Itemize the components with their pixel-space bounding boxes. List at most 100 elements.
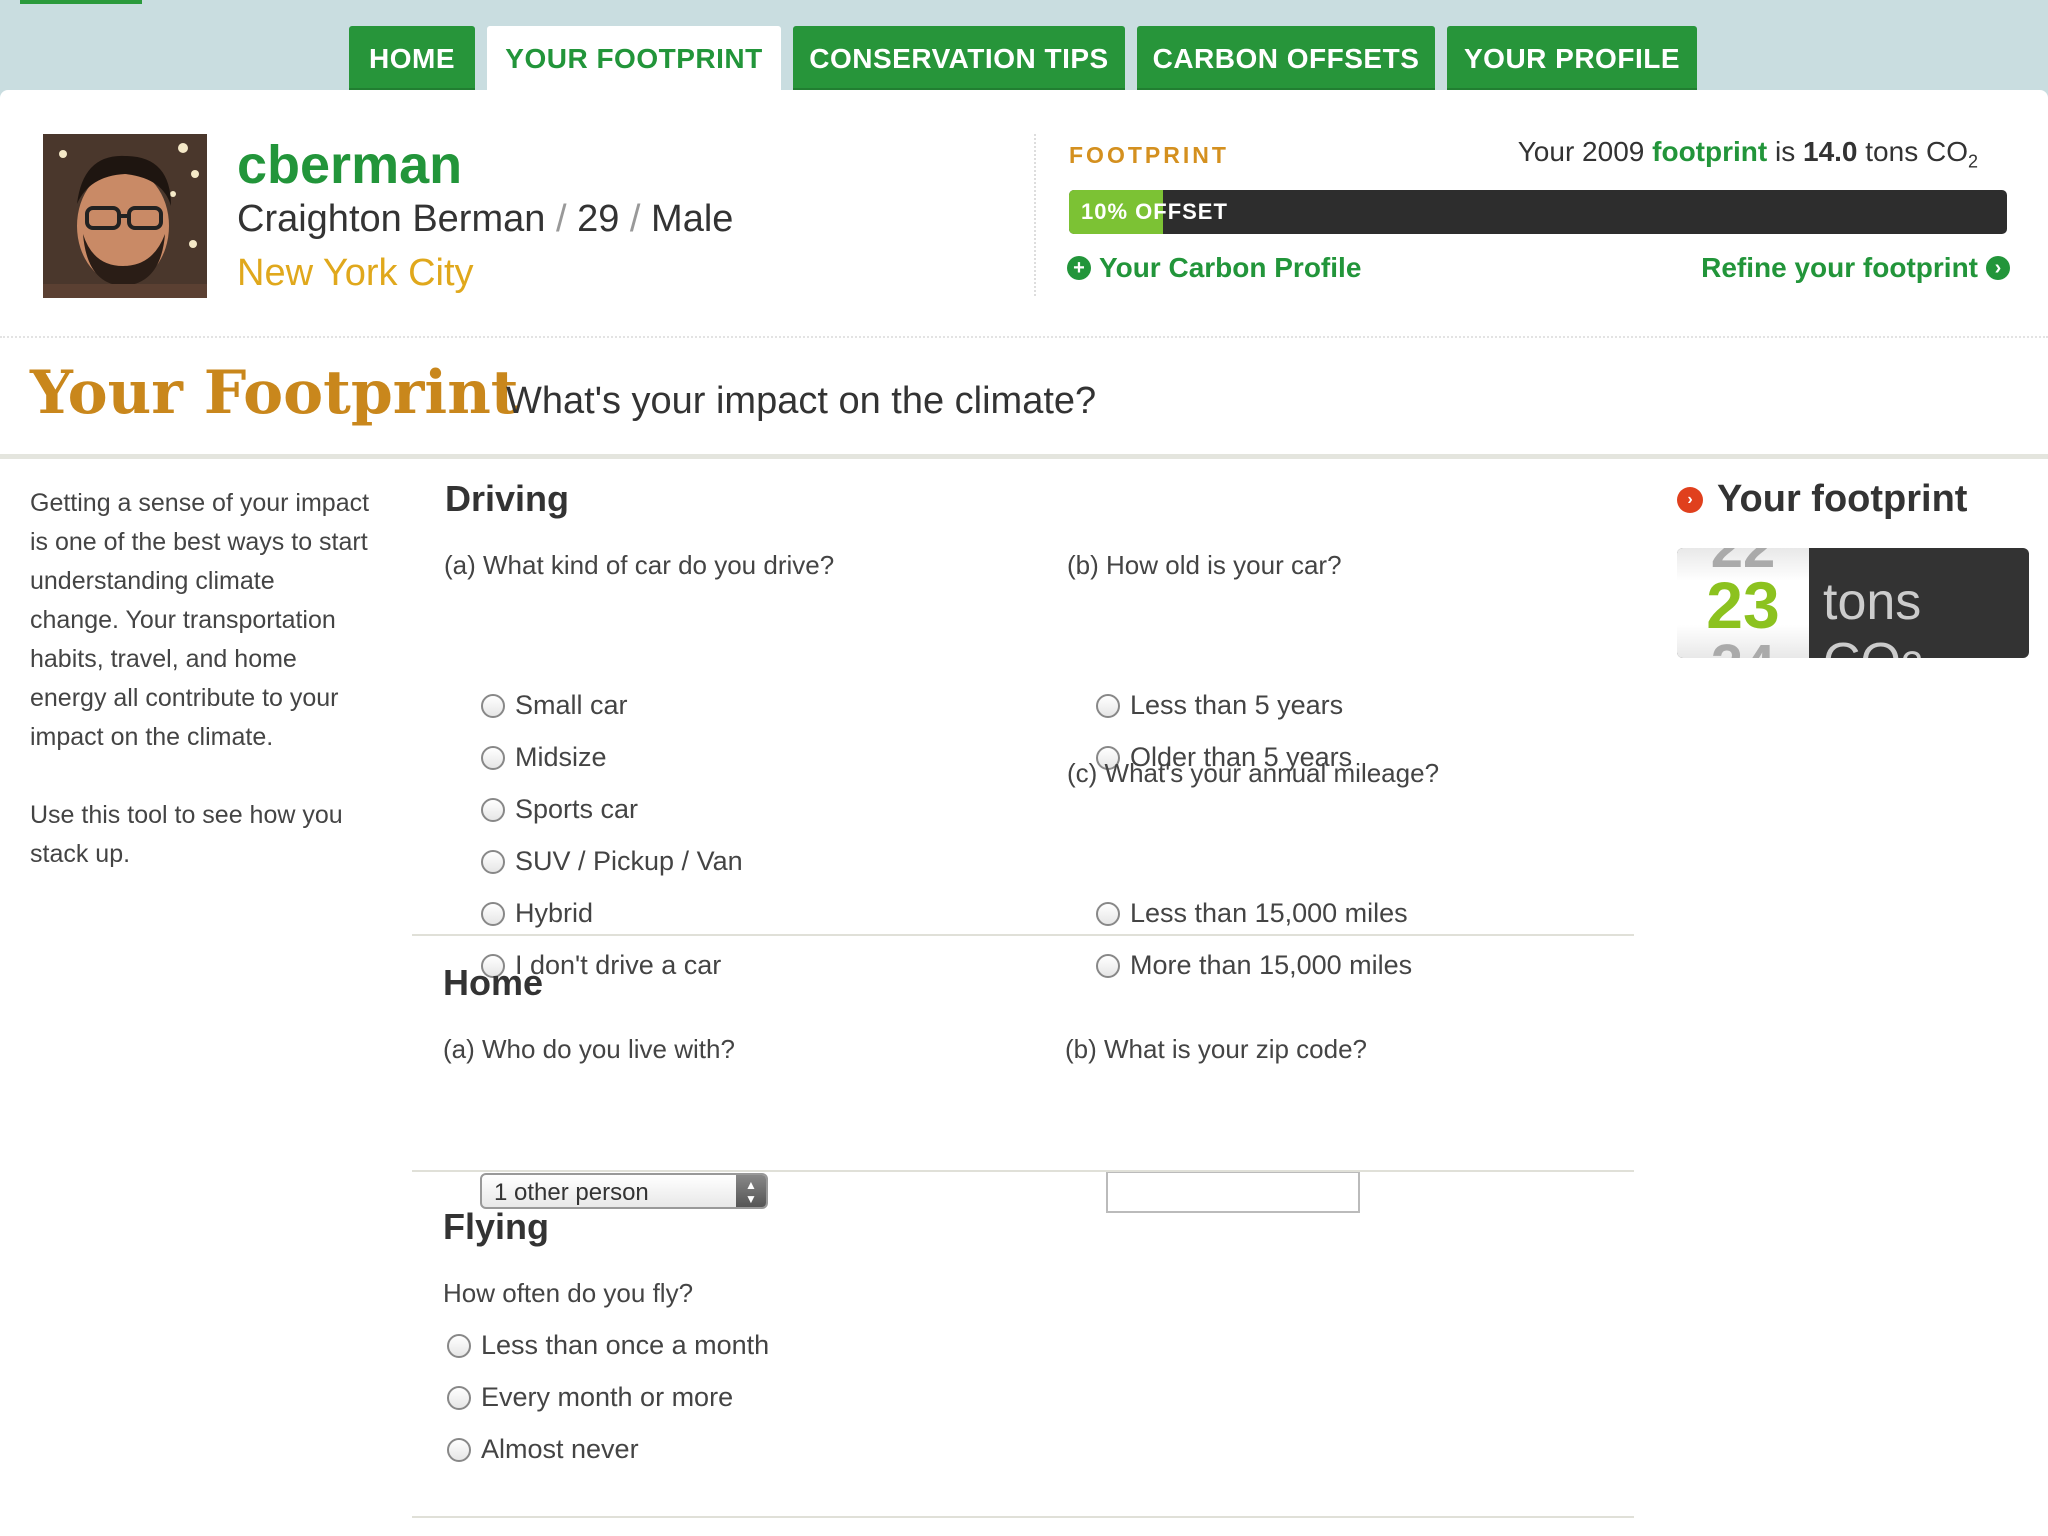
carbon-profile-link-label: Your Carbon Profile (1099, 252, 1362, 283)
option-label: Almost never (481, 1434, 639, 1464)
radio-button[interactable] (481, 745, 505, 770)
radio-button[interactable] (481, 849, 505, 874)
footprint-label: FOOTPRINT (1069, 142, 1229, 168)
tab-home[interactable]: HOME (349, 26, 475, 90)
option-label: Small car (515, 690, 628, 720)
refine-footprint-link[interactable]: Refine your footprint › (1701, 252, 2010, 284)
section-divider (412, 1170, 1634, 1172)
page-title: Your Footprint (30, 358, 519, 428)
section-divider (412, 934, 1634, 936)
title-rule (0, 454, 2048, 459)
option-label: Hybrid (515, 898, 594, 928)
page-content: cberman Craighton Berman / 29 / Male New… (0, 90, 2048, 1536)
offset-progress-label: 10% OFFSET (1081, 199, 1228, 224)
separator: / (629, 198, 641, 240)
sidebar-footprint-title: › Your footprint (1677, 478, 1967, 521)
intro-paragraph: Getting a sense of your impact is one of… (30, 489, 370, 751)
driving-title: Driving (445, 478, 570, 519)
tab-your-profile[interactable]: YOUR PROFILE (1447, 26, 1697, 90)
radio-button[interactable] (447, 1437, 471, 1462)
option-label: Less than 15,000 miles (1130, 898, 1408, 928)
counter-unit-sub: 2 (1901, 644, 1923, 658)
zip-question: (b) What is your zip code? (1065, 1034, 1368, 1064)
header-separator (0, 336, 2048, 338)
user-city: New York City (237, 252, 474, 294)
section-divider (412, 1516, 1634, 1518)
mileage-option[interactable]: Less than 15,000 miles (1096, 898, 1408, 929)
sidebar-title-label: Your footprint (1717, 478, 1968, 520)
option-label: Less than once a month (481, 1330, 770, 1360)
intro-paragraph: Use this tool to see how you stack up. (30, 801, 343, 868)
flying-option[interactable]: Every month or more (447, 1382, 733, 1413)
footprint-counter: 22 23 24 tons CO2 (1677, 548, 2029, 658)
gender: Male (651, 198, 734, 240)
footprint-unit: tons CO (1865, 136, 1968, 167)
option-label: SUV / Pickup / Van (515, 846, 743, 876)
separator: / (555, 198, 567, 240)
option-label: Sports car (515, 794, 639, 824)
radio-button[interactable] (1096, 693, 1120, 718)
select-arrows-icon: ▲ ▼ (736, 1175, 766, 1207)
footprint-unit-sub: 2 (1967, 151, 1978, 172)
household-select[interactable]: 1 other person ▲ ▼ (480, 1173, 768, 1209)
counter-next-value: 24 (1677, 636, 1809, 659)
footprint-year-text: Your 2009 (1517, 136, 1645, 167)
refine-footprint-link-label: Refine your footprint (1701, 252, 1978, 283)
option-label: Midsize (515, 742, 607, 772)
intro-text: Getting a sense of your impact is one of… (30, 484, 370, 913)
offset-progress-bar: 10% OFFSET (1069, 190, 2007, 234)
user-details: Craighton Berman / 29 / Male (237, 198, 733, 241)
radio-button[interactable] (447, 1385, 471, 1410)
car-type-option[interactable]: Midsize (481, 742, 607, 773)
radio-button[interactable] (481, 901, 505, 926)
age: 29 (577, 198, 620, 240)
car-age-option[interactable]: Less than 5 years (1096, 690, 1343, 721)
header-divider (1034, 134, 1036, 296)
car-type-option[interactable]: Sports car (481, 794, 638, 825)
mileage-question: (c) What's your annual mileage? (1067, 758, 1440, 788)
option-label: Every month or more (481, 1382, 734, 1412)
counter-roller: 22 23 24 (1677, 548, 1809, 658)
radio-button[interactable] (1096, 953, 1120, 978)
radio-button[interactable] (447, 1333, 471, 1358)
option-label: I don't drive a car (515, 950, 722, 980)
radio-button[interactable] (481, 797, 505, 822)
footprint-keyword[interactable]: footprint (1652, 136, 1767, 167)
car-type-question: (a) What kind of car do you drive? (444, 550, 835, 580)
radio-button[interactable] (481, 693, 505, 718)
flying-option[interactable]: Almost never (447, 1434, 639, 1465)
plus-circle-icon: + (1067, 256, 1091, 280)
flying-title: Flying (443, 1206, 549, 1247)
footprint-summary: Your 2009 footprint is 14.0 tons CO2 (1518, 136, 1978, 173)
tab-your-footprint[interactable]: YOUR FOOTPRINT (487, 26, 781, 94)
car-type-option[interactable]: Hybrid (481, 898, 593, 929)
arrow-right-circle-icon: › (1986, 256, 2010, 280)
home-title: Home (443, 962, 544, 1003)
tab-conservation-tips[interactable]: CONSERVATION TIPS (793, 26, 1125, 90)
flying-question: How often do you fly? (443, 1278, 694, 1308)
page-subtitle: What's your impact on the climate? (506, 380, 1097, 422)
radio-button[interactable] (1096, 901, 1120, 926)
household-select-value: 1 other person (494, 1179, 649, 1206)
car-type-option[interactable]: Small car (481, 690, 628, 721)
full-name: Craighton Berman (237, 198, 546, 240)
counter-value: 23 (1706, 568, 1780, 642)
carbon-profile-link[interactable]: + Your Carbon Profile (1067, 252, 1361, 284)
footprint-value: 14.0 (1803, 136, 1858, 167)
chevron-right-circle-icon: › (1677, 486, 1703, 513)
zip-code-field[interactable] (1106, 1171, 1360, 1213)
username: cberman (237, 135, 463, 195)
household-question: (a) Who do you live with? (443, 1034, 735, 1064)
tab-carbon-offsets[interactable]: CARBON OFFSETS (1137, 26, 1435, 90)
counter-unit: tons CO2 (1823, 572, 2029, 658)
avatar[interactable] (43, 134, 207, 298)
car-type-option[interactable]: SUV / Pickup / Van (481, 846, 743, 877)
avatar-photo (43, 134, 207, 298)
option-label: Less than 5 years (1130, 690, 1344, 720)
flying-option[interactable]: Less than once a month (447, 1330, 769, 1361)
option-label: More than 15,000 miles (1130, 950, 1413, 980)
footprint-is-text: is (1774, 136, 1796, 167)
top-accent (20, 0, 142, 4)
mileage-option[interactable]: More than 15,000 miles (1096, 950, 1412, 981)
car-age-question: (b) How old is your car? (1067, 550, 1342, 580)
